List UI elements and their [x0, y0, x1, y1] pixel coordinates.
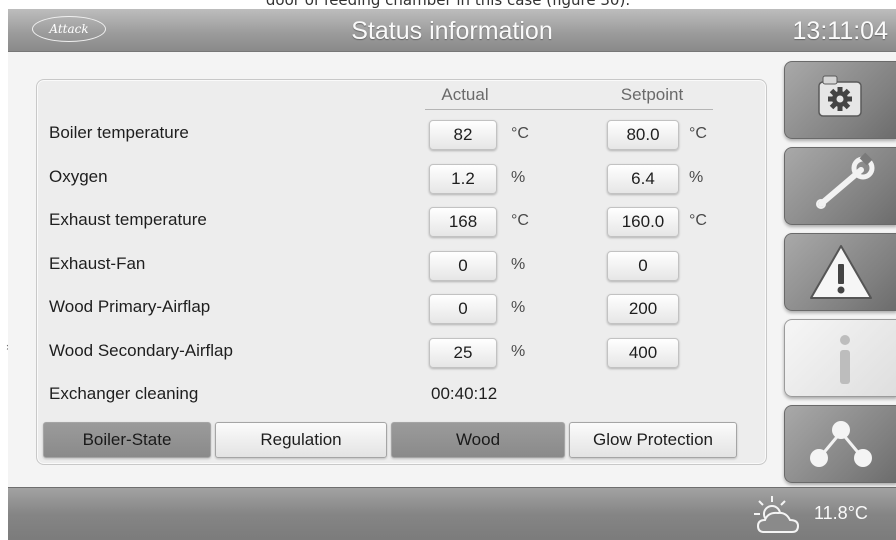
status-row-exchanger-cleaning: Exchanger cleaning 00:40:12	[37, 376, 766, 412]
actual-value: 0	[429, 251, 497, 281]
row-label: Exhaust temperature	[49, 210, 207, 229]
cleaning-timer: 00:40:12	[431, 384, 498, 403]
warning-icon	[810, 245, 872, 299]
actual-unit: %	[511, 256, 526, 273]
row-label: Oxygen	[49, 167, 108, 186]
service-button[interactable]	[784, 147, 896, 225]
actual-value: 0	[429, 294, 497, 324]
actual-unit: %	[511, 299, 526, 316]
tab-bar: Boiler-State Regulation Wood Glow Protec…	[43, 422, 737, 458]
settings-button[interactable]	[784, 61, 896, 139]
actual-value: 1.2	[429, 164, 497, 194]
row-label: Wood Secondary-Airflap	[49, 341, 233, 360]
status-row-boiler-temperature: Boiler temperature 82 °C 80.0 °C	[37, 115, 766, 151]
footer-bar: 11.8°C	[8, 487, 896, 540]
status-row-wood-primary-airflap: Wood Primary-Airflap 0 % 200	[37, 289, 766, 325]
control-panel-screen: Attack Status information 13:11:04 Actua…	[8, 9, 896, 540]
setpoint-value[interactable]: 80.0	[607, 120, 679, 150]
partly-cloudy-icon	[754, 496, 800, 533]
row-label: Boiler temperature	[49, 123, 189, 142]
actual-unit: %	[511, 169, 526, 186]
document-caption: door of feeding chamber in this case (fi…	[265, 0, 631, 9]
status-row-oxygen: Oxygen 1.2 % 6.4 %	[37, 159, 766, 195]
clock: 13:11:04	[792, 17, 888, 45]
tab-boiler-state[interactable]: Boiler-State	[43, 422, 211, 458]
setpoint-value[interactable]: 6.4	[607, 164, 679, 194]
setpoint-value[interactable]: 0	[607, 251, 679, 281]
tab-wood[interactable]: Wood	[391, 422, 565, 458]
setpoint-unit: %	[689, 169, 704, 186]
settings-gear-icon	[818, 75, 862, 117]
outdoor-temperature: 11.8°C	[814, 503, 868, 523]
status-panel: Actual Setpoint Boiler temperature 82 °C…	[36, 79, 767, 465]
row-label: Exchanger cleaning	[49, 384, 199, 403]
status-row-exhaust-temperature: Exhaust temperature 168 °C 160.0 °C	[37, 202, 766, 238]
tab-regulation[interactable]: Regulation	[215, 422, 387, 458]
setpoint-value[interactable]: 200	[607, 294, 679, 324]
setpoint-value[interactable]: 400	[607, 338, 679, 368]
setpoint-value[interactable]: 160.0	[607, 207, 679, 237]
actual-unit: %	[511, 343, 526, 360]
wrench-icon	[816, 152, 875, 209]
setpoint-unit: °C	[689, 125, 707, 142]
info-button[interactable]	[784, 319, 896, 397]
actual-value: 168	[429, 207, 497, 237]
status-row-exhaust-fan: Exhaust-Fan 0 % 0	[37, 246, 766, 282]
info-icon	[840, 335, 850, 384]
actual-value: 25	[429, 338, 497, 368]
network-button[interactable]	[784, 405, 896, 483]
column-header-actual: Actual	[441, 85, 489, 104]
page-title: Status information	[351, 17, 553, 45]
row-label: Wood Primary-Airflap	[49, 297, 211, 316]
alarms-button[interactable]	[784, 233, 896, 311]
header-divider	[425, 109, 713, 110]
status-row-wood-secondary-airflap: Wood Secondary-Airflap 25 % 400	[37, 333, 766, 369]
actual-value: 82	[429, 120, 497, 150]
actual-unit: °C	[511, 212, 529, 229]
header-bar: Attack Status information 13:11:04	[8, 9, 896, 52]
row-label: Exhaust-Fan	[49, 254, 146, 273]
column-header-setpoint: Setpoint	[620, 85, 684, 104]
network-icon	[810, 421, 872, 467]
actual-unit: °C	[511, 125, 529, 142]
tab-glow-protection[interactable]: Glow Protection	[569, 422, 737, 458]
setpoint-unit: °C	[689, 212, 707, 229]
